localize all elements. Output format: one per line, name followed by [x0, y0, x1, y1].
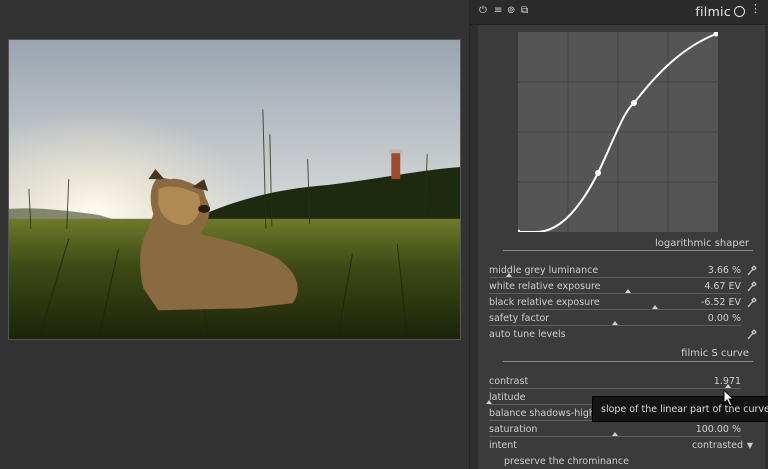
auto-tune-label: auto tune levels	[489, 329, 566, 340]
dog-in-grass-photo	[9, 40, 460, 339]
filmic-curve-graph[interactable]	[518, 32, 718, 232]
white-relative-exposure-value: 4.67 EV	[704, 281, 741, 292]
black-relative-exposure-label: black relative exposure	[489, 297, 600, 308]
section-separator	[503, 250, 753, 251]
chevron-down-icon: ▼	[746, 441, 753, 450]
slider-track[interactable]	[489, 277, 741, 278]
saturation-value: 100.00 %	[695, 424, 741, 435]
black-relative-exposure-slider[interactable]: black relative exposure -6.52 EV	[489, 296, 757, 312]
middle-grey-luminance-value: 3.66 %	[707, 265, 741, 276]
safety-factor-value: 0.00 %	[707, 313, 741, 324]
contrast-slider[interactable]: contrast 1.971	[489, 375, 753, 391]
preserve-chrominance-checkbox[interactable]: preserve the chrominance	[489, 455, 753, 469]
curve-node[interactable]	[518, 229, 521, 233]
white-relative-exposure-slider[interactable]: white relative exposure 4.67 EV	[489, 280, 757, 296]
module-title: filmic	[695, 4, 731, 19]
saturation-label: saturation	[489, 424, 538, 435]
tooltip: slope of the linear part of the curve	[592, 396, 768, 422]
module-header: ⏻ ≡ ⊚ ⧉ filmic ⋮	[470, 0, 768, 25]
slider-handle[interactable]	[725, 384, 732, 388]
saturation-slider[interactable]: saturation 100.00 %	[489, 423, 753, 439]
middle-grey-luminance-slider[interactable]: middle grey luminance 3.66 %	[489, 264, 757, 280]
module-preset-circle-icon[interactable]	[734, 6, 745, 17]
slider-track[interactable]	[489, 293, 741, 294]
image-preview[interactable]	[8, 39, 461, 340]
slider-track[interactable]	[489, 309, 741, 310]
auto-tune-levels-row[interactable]: auto tune levels	[489, 328, 757, 344]
safety-factor-label: safety factor	[489, 313, 550, 324]
slider-handle[interactable]	[652, 305, 659, 309]
module-menu-icon[interactable]: ⋮	[750, 2, 761, 15]
slider-track[interactable]	[489, 436, 741, 437]
slider-track[interactable]	[489, 325, 741, 326]
power-icon[interactable]: ⏻	[479, 5, 487, 17]
latitude-label: latitude	[489, 392, 526, 403]
preserve-chrominance-label: preserve the chrominance	[504, 456, 629, 467]
reset-icon[interactable]: ⧉	[521, 5, 528, 17]
color-picker-icon[interactable]	[747, 296, 757, 308]
intent-value: contrasted	[691, 440, 743, 451]
safety-factor-slider[interactable]: safety factor 0.00 %	[489, 312, 753, 328]
section-separator	[503, 361, 753, 362]
color-picker-icon[interactable]	[747, 264, 757, 276]
color-picker-icon[interactable]	[747, 328, 757, 340]
white-relative-exposure-label: white relative exposure	[489, 281, 601, 292]
section-title-log-shaper: logarithmic shaper	[654, 238, 749, 249]
balance-shadows-highlights-label: balance shadows-highl	[489, 408, 598, 419]
slider-handle[interactable]	[612, 432, 618, 436]
black-relative-exposure-value: -6.52 EV	[700, 297, 741, 308]
intent-dropdown[interactable]: intent contrasted ▼	[489, 439, 753, 455]
mouse-cursor-icon	[723, 389, 735, 407]
curve-node[interactable]	[595, 170, 601, 176]
slider-handle[interactable]	[624, 289, 631, 293]
section-title-s-curve: filmic S curve	[681, 348, 749, 359]
color-picker-icon[interactable]	[747, 280, 757, 292]
slider-handle[interactable]	[486, 400, 492, 404]
curve-node[interactable]	[713, 32, 719, 37]
slider-handle[interactable]	[506, 273, 513, 277]
contrast-label: contrast	[489, 376, 529, 387]
curve-node[interactable]	[631, 100, 637, 106]
slider-handle[interactable]	[612, 321, 618, 325]
slider-track[interactable]	[489, 388, 741, 389]
multi-instance-icon[interactable]: ⊚	[507, 5, 515, 17]
intent-label: intent	[489, 440, 517, 451]
presets-menu-icon[interactable]: ≡	[494, 5, 502, 17]
